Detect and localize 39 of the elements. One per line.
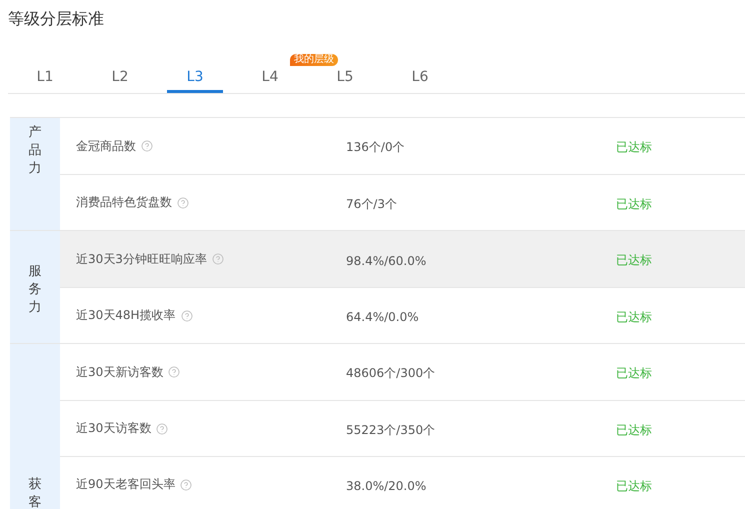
- status-text: 已达标: [616, 253, 652, 267]
- metric-value: 64.4%/0.0%: [346, 310, 419, 324]
- status-text: 已达标: [616, 196, 652, 210]
- my-level-badge: 我的层级: [290, 54, 338, 66]
- help-icon[interactable]: [212, 253, 224, 265]
- metric-name: 近30天访客数: [76, 420, 152, 437]
- metric-value: 48606个/300个: [346, 366, 436, 380]
- metric-value: 76个/3个: [346, 196, 397, 210]
- help-icon[interactable]: [180, 478, 192, 490]
- level-tab[interactable]: L2: [92, 66, 148, 93]
- status-text: 已达标: [616, 366, 652, 380]
- help-icon[interactable]: [156, 422, 168, 434]
- status-text: 已达标: [616, 140, 652, 154]
- metric-value: 98.4%/60.0%: [346, 254, 426, 268]
- level-tab[interactable]: L3: [167, 66, 223, 93]
- status-text: 已达标: [616, 478, 652, 492]
- help-icon[interactable]: [177, 196, 189, 208]
- category-label: 服务力: [28, 262, 42, 318]
- status-text: 已达标: [616, 422, 652, 436]
- metric-name: 金冠商品数: [76, 138, 136, 154]
- category-label: 产品力: [28, 124, 42, 178]
- metric-value: 55223个/350个: [346, 422, 436, 436]
- page-title: 等级分层标准: [8, 8, 105, 30]
- help-icon[interactable]: [180, 310, 193, 322]
- metric-name: 近30天新访客数: [76, 364, 164, 380]
- level-tab[interactable]: L4: [242, 66, 298, 93]
- metric-name: 近90天老客回头率: [76, 476, 176, 493]
- help-icon[interactable]: [141, 140, 153, 152]
- metric-value: 38.0%/20.0%: [346, 479, 426, 493]
- status-text: 已达标: [616, 310, 652, 324]
- level-tab[interactable]: L1: [17, 66, 73, 93]
- category-label: 获客: [28, 476, 42, 509]
- level-tab[interactable]: L5: [317, 66, 373, 93]
- level-tab[interactable]: L6: [392, 66, 448, 93]
- metric-name: 近30天48H揽收率: [76, 307, 176, 324]
- metric-name: 消费品特色货盘数: [76, 194, 172, 211]
- metric-name: 近30天3分钟旺旺响应率: [76, 250, 207, 268]
- metric-value: 136个/0个: [346, 140, 405, 154]
- help-icon[interactable]: [168, 366, 180, 378]
